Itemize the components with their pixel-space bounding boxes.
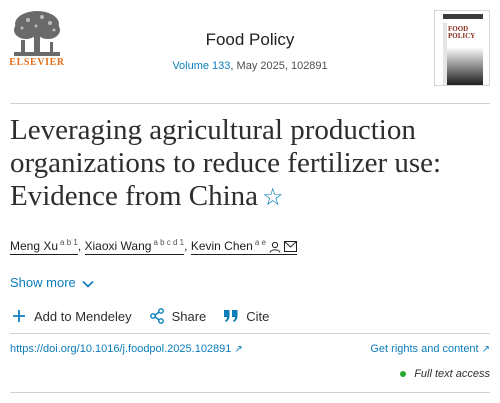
article-header: ELSEVIER Food Policy Volume 133, May 202… — [0, 0, 500, 103]
person-icon — [269, 241, 281, 253]
external-link-icon: ↗ — [481, 344, 490, 355]
rights-text: Get rights and content — [370, 343, 479, 355]
publisher-name: ELSEVIER — [9, 57, 65, 68]
doi-link[interactable]: https://doi.org/10.1016/j.foodpol.2025.1… — [10, 343, 243, 355]
chevron-down-icon — [82, 280, 94, 288]
doi-text: https://doi.org/10.1016/j.foodpol.2025.1… — [10, 343, 232, 355]
quote-icon — [222, 307, 240, 325]
author-link[interactable]: Xiaoxi Wang a b c d 1 — [84, 238, 185, 255]
volume-link[interactable]: Volume 133 — [172, 60, 230, 72]
share-label: Share — [171, 308, 207, 324]
share-button[interactable]: Share — [148, 307, 207, 325]
show-more-button[interactable]: Show more — [10, 275, 94, 290]
author-affiliations: a b c d 1 — [153, 238, 185, 247]
article-title-text: Leveraging agricultural production organ… — [10, 114, 442, 212]
cover-gradient — [447, 47, 483, 85]
share-icon — [148, 307, 166, 325]
access-status: Full text access — [400, 368, 490, 380]
author-separator: , — [184, 239, 188, 253]
get-rights-link[interactable]: Get rights and content ↗ — [370, 343, 490, 355]
star-icon[interactable]: ☆ — [262, 185, 284, 211]
journal-meta: Volume 133, May 2025, 102891 — [120, 60, 380, 72]
article-title: Leveraging agricultural production organ… — [10, 114, 495, 215]
bottom-divider — [10, 392, 490, 393]
external-link-icon: ↗ — [234, 344, 243, 355]
journal-info: Food Policy Volume 133, May 2025, 102891 — [120, 30, 380, 72]
author-name: Kevin Chen — [190, 239, 253, 253]
cover-band — [443, 14, 483, 19]
author-name: Xiaoxi Wang — [84, 239, 152, 253]
cover-title: FOOD POLICY — [448, 25, 476, 40]
author-affiliations: a e — [254, 238, 266, 247]
journal-cover-image[interactable]: FOOD POLICY — [434, 10, 490, 86]
plus-icon — [10, 307, 28, 325]
tree-icon — [8, 8, 66, 60]
access-status-dot — [400, 371, 407, 378]
article-actions: Add to Mendeley Share Cite — [10, 306, 285, 326]
actions-divider — [10, 333, 490, 334]
cite-button[interactable]: Cite — [222, 307, 269, 325]
envelope-icon — [283, 241, 297, 253]
issue-info: , May 2025, 102891 — [230, 60, 328, 72]
cite-label: Cite — [246, 308, 270, 324]
author-affiliations: a b 1 — [60, 238, 78, 247]
show-more-label: Show more — [10, 275, 76, 290]
author-name: Meng Xu — [10, 239, 59, 253]
author-link[interactable]: Kevin Chen a e — [190, 238, 297, 255]
journal-title-link[interactable]: Food Policy — [120, 30, 380, 50]
author-link[interactable]: Meng Xu a b 1 — [10, 238, 78, 255]
author-list: Meng Xu a b 1, Xiaoxi Wang a b c d 1, Kevi… — [10, 238, 297, 255]
access-label: Full text access — [414, 368, 490, 380]
header-divider — [10, 103, 490, 104]
add-to-mendeley-button[interactable]: Add to Mendeley — [10, 307, 132, 325]
add-to-mendeley-label: Add to Mendeley — [34, 308, 132, 324]
author-separator: , — [77, 239, 82, 253]
